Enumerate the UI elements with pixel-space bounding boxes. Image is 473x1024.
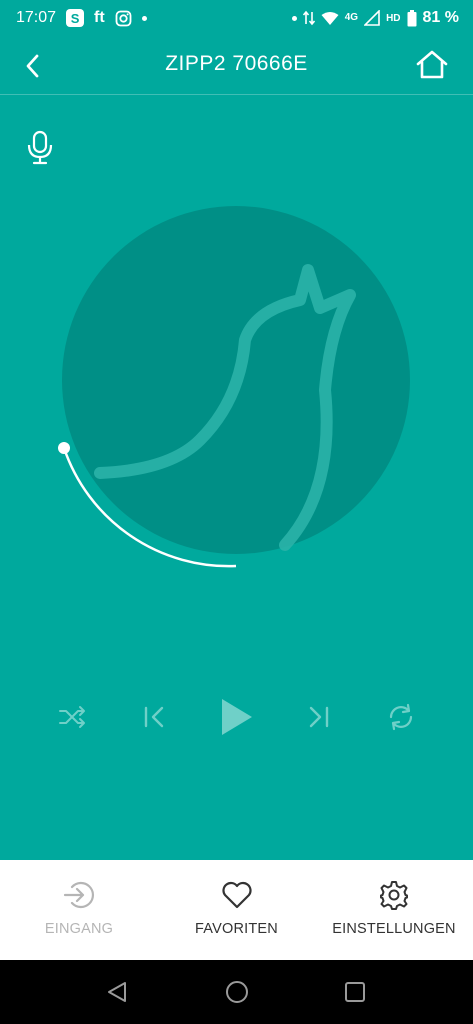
play-icon[interactable]	[214, 695, 258, 739]
nav-label-favoriten: FAVORITEN	[195, 921, 278, 937]
nav-label-eingang: EINGANG	[44, 921, 114, 937]
network-type: 4G	[344, 12, 359, 23]
skype-icon: S	[66, 9, 85, 27]
signal-icon	[364, 10, 380, 26]
instagram-icon	[115, 10, 132, 26]
next-icon[interactable]	[297, 695, 341, 739]
data-transfer-icon	[302, 10, 315, 26]
header-divider	[0, 94, 473, 95]
system-navigation-bar	[0, 960, 473, 1024]
status-bar: 17:07 S ft 4G HD 81 %	[0, 0, 473, 36]
album-artwork	[40, 190, 440, 590]
gear-icon	[380, 881, 408, 910]
repeat-icon[interactable]	[379, 695, 423, 739]
previous-icon[interactable]	[132, 695, 176, 739]
battery-icon	[407, 9, 417, 26]
bottom-navigation: EINGANG FAVORITEN EINSTELLUNGEN	[0, 860, 473, 960]
heart-icon	[221, 881, 252, 909]
hd-badge: HD	[386, 12, 401, 24]
progress-handle[interactable]	[58, 442, 70, 454]
nav-label-einstellungen: EINSTELLUNGEN	[332, 921, 456, 937]
wifi-icon	[321, 11, 339, 25]
input-icon	[63, 881, 94, 909]
shuffle-icon[interactable]	[50, 695, 94, 739]
status-time: 17:07	[16, 9, 57, 26]
notification-dot-right	[291, 15, 297, 21]
system-back-icon[interactable]	[105, 980, 129, 1004]
nav-favoriten[interactable]: FAVORITEN	[170, 860, 303, 960]
page-title: ZIPP2 70666E	[165, 52, 308, 75]
system-recents-icon[interactable]	[343, 980, 367, 1004]
battery-level: 81 %	[422, 9, 459, 26]
app-header: ZIPP2 70666E	[0, 36, 473, 94]
playback-controls	[0, 695, 473, 739]
nav-eingang[interactable]: EINGANG	[20, 860, 138, 960]
notification-dot	[141, 15, 147, 21]
home-icon[interactable]	[415, 48, 449, 82]
ft-icon: ft	[94, 9, 105, 26]
system-home-icon[interactable]	[225, 980, 249, 1004]
microphone-icon[interactable]	[24, 130, 56, 166]
nav-einstellungen[interactable]: EINSTELLUNGEN	[326, 860, 462, 960]
